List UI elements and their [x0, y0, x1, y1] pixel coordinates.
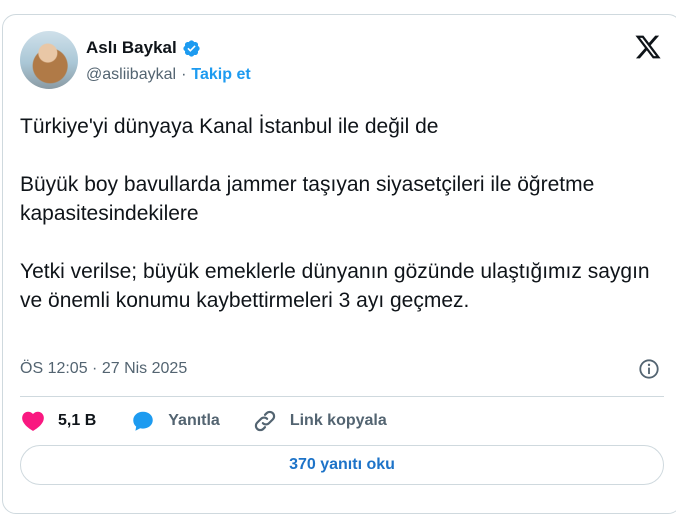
tweet-text: Türkiye'yi dünyaya Kanal İstanbul ile de… [20, 112, 660, 315]
author-handle[interactable]: @asliibaykal [86, 66, 176, 84]
action-bar: 5,1 B Yanıtla Link kopyala [20, 406, 387, 436]
author-name[interactable]: Aslı Baykal [86, 38, 177, 58]
verified-badge-icon [182, 39, 201, 58]
avatar[interactable] [20, 31, 78, 89]
tweet-timestamp[interactable]: ÖS 12:05 · 27 Nis 2025 [20, 360, 187, 378]
copy-link-label: Link kopyala [289, 412, 387, 429]
copy-link-button[interactable]: Link kopyala [252, 408, 387, 434]
x-logo-icon[interactable] [634, 33, 662, 61]
handle-row: @asliibaykal · Takip et [86, 66, 251, 84]
read-replies-button[interactable]: 370 yanıtı oku [20, 445, 664, 485]
link-icon [254, 410, 275, 432]
like-button[interactable]: 5,1 B [20, 408, 96, 434]
info-icon[interactable] [638, 358, 660, 380]
reply-label: Yanıtla [168, 412, 220, 429]
tweet-paragraph: Türkiye'yi dünyaya Kanal İstanbul ile de… [20, 115, 439, 138]
reply-button[interactable]: Yanıtla [130, 408, 220, 434]
author-name-row[interactable]: Aslı Baykal [86, 38, 201, 58]
tweet-paragraph: Yetki verilse; büyük emeklerle dünyanın … [20, 260, 650, 312]
separator-dot: · [181, 66, 187, 83]
like-count: 5,1 B [58, 412, 97, 429]
reply-bubble-icon [133, 411, 153, 431]
divider [20, 396, 664, 397]
tweet-paragraph: Büyük boy bavullarda jammer taşıyan siya… [20, 173, 595, 225]
follow-button[interactable]: Takip et [191, 66, 250, 84]
heart-icon [22, 411, 44, 431]
